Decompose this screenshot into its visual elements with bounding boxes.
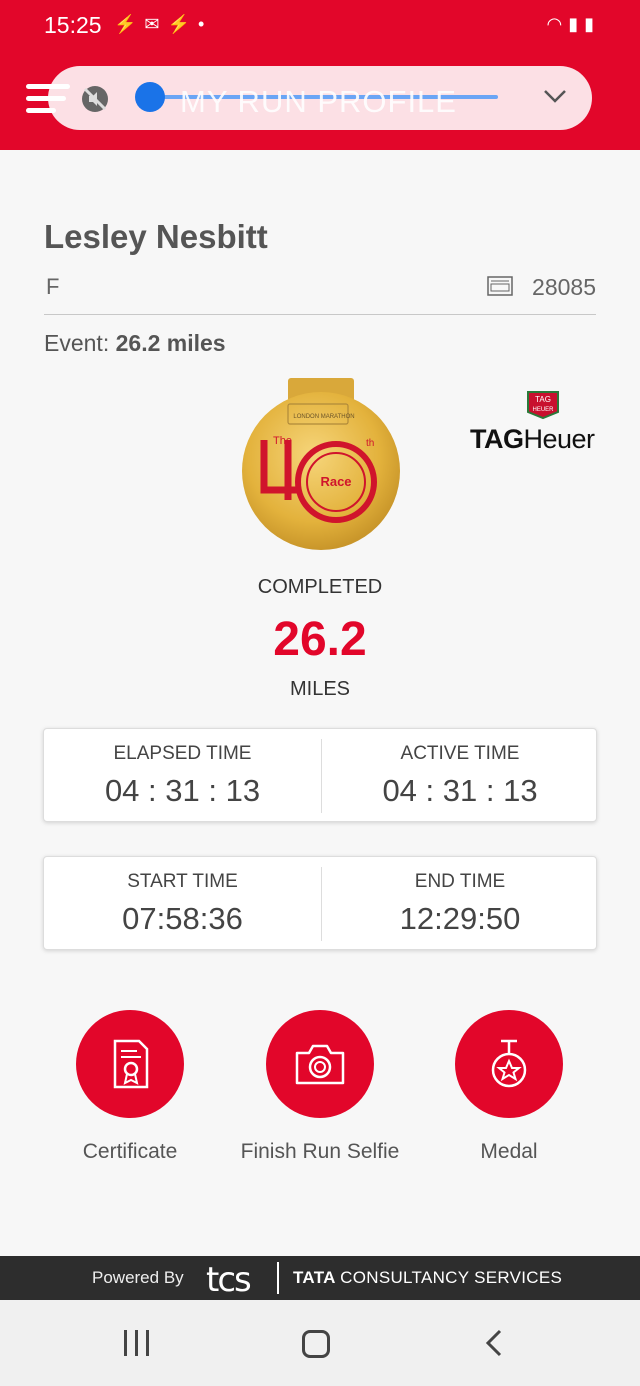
- runner-gender: F: [46, 274, 60, 299]
- certificate-label: Certificate: [82, 1140, 178, 1163]
- tag-badge-line1: TAG: [535, 395, 551, 404]
- finish-run-selfie-button[interactable]: Finish Run Selfie: [235, 1010, 405, 1164]
- tag-bold-text: TAG: [470, 424, 524, 454]
- end-time-label: END TIME: [414, 871, 506, 892]
- divider: [44, 314, 596, 315]
- medal-button-circle[interactable]: [455, 1010, 563, 1118]
- back-icon[interactable]: [484, 1328, 504, 1358]
- heuer-text: Heuer: [523, 424, 596, 454]
- system-navigation-bar: [0, 1300, 640, 1386]
- certificate-button-circle[interactable]: [76, 1010, 184, 1118]
- tag-heuer-badge-icon: TAG HEUER: [527, 391, 559, 420]
- finish-run-selfie-label: Finish Run Selfie: [240, 1140, 400, 1163]
- finisher-medal-image: LONDON MARATHON The th Race: [242, 378, 400, 550]
- tata-consultancy-text: TATA CONSULTANCY SERVICES: [293, 1268, 562, 1288]
- chevron-down-icon[interactable]: [542, 86, 568, 106]
- runner-name: Lesley Nesbitt: [44, 218, 268, 255]
- tcs-logo: tcs: [206, 1260, 252, 1300]
- distance-unit: MILES: [289, 678, 351, 700]
- tag-badge-line2: HEUER: [532, 407, 554, 413]
- activity-icon: ⚡: [114, 14, 145, 34]
- end-time-value: 12:29:50: [399, 901, 521, 936]
- active-time-label: ACTIVE TIME: [400, 743, 520, 764]
- bib-number: 28085: [532, 274, 596, 300]
- volume-slider-knob[interactable]: [135, 82, 165, 112]
- active-time-cell: ACTIVE TIME 04 : 31 : 13: [321, 739, 598, 813]
- system-icons: ◠▮▮: [546, 14, 600, 35]
- powered-by-footer: Powered By tcs TATA CONSULTANCY SERVICES: [0, 1256, 640, 1300]
- tag-heuer-logo: TAG HEUER TAGHeuer: [470, 390, 616, 455]
- mail-icon: ✉: [144, 14, 168, 34]
- powered-by-text: Powered By: [92, 1268, 184, 1287]
- dot-icon: •: [197, 14, 213, 34]
- signal-icon: ▮: [568, 14, 585, 34]
- home-icon[interactable]: [302, 1330, 330, 1358]
- elapsed-time-cell: ELAPSED TIME 04 : 31 : 13: [44, 729, 321, 823]
- status-bar: 15:25 ⚡✉⚡• ◠▮▮: [0, 0, 640, 52]
- active-time-value: 04 : 31 : 13: [382, 773, 538, 808]
- medal-race-text: Race: [320, 474, 351, 489]
- wifi-icon: ◠: [546, 14, 569, 34]
- recents-icon[interactable]: [124, 1330, 152, 1356]
- medal-event-text: LONDON MARATHON: [293, 414, 354, 420]
- notification-icons: ⚡✉⚡•: [114, 14, 212, 35]
- certificate-icon: [113, 1039, 149, 1089]
- event-value: 26.2 miles: [115, 330, 226, 356]
- time-card-start-end: START TIME 07:58:36 END TIME 12:29:50: [43, 856, 597, 950]
- tag-heuer-wordmark: TAGHeuer: [470, 424, 595, 455]
- consultancy-services-text: CONSULTANCY SERVICES: [340, 1268, 563, 1287]
- tata-text: TATA: [293, 1268, 336, 1287]
- start-time-value: 07:58:36: [122, 901, 243, 936]
- medal-icon: [491, 1039, 527, 1088]
- status-time: 15:25: [44, 12, 102, 38]
- camera-icon: [295, 1044, 345, 1085]
- elapsed-time-value: 04 : 31 : 13: [104, 773, 261, 808]
- start-time-cell: START TIME 07:58:36: [44, 857, 321, 951]
- mute-icon[interactable]: [80, 84, 110, 114]
- start-time-label: START TIME: [127, 871, 238, 892]
- distance-value: 26.2: [273, 613, 367, 666]
- activity-icon: ⚡: [167, 14, 198, 34]
- event-info: Event: 26.2 miles: [44, 330, 226, 357]
- certificate-button[interactable]: Certificate: [45, 1010, 215, 1164]
- bib-icon: [487, 276, 513, 296]
- end-time-cell: END TIME 12:29:50: [321, 867, 598, 941]
- medal-button[interactable]: Medal: [424, 1010, 594, 1164]
- elapsed-time-label: ELAPSED TIME: [113, 743, 252, 764]
- medal-th-text: th: [366, 438, 374, 449]
- completion-status: COMPLETED: [257, 576, 383, 598]
- time-card-elapsed-active: ELAPSED TIME 04 : 31 : 13 ACTIVE TIME 04…: [43, 728, 597, 822]
- hamburger-menu-icon[interactable]: [26, 84, 70, 118]
- event-label: Event:: [44, 330, 110, 356]
- page-title: MY RUN PROFILE: [180, 84, 457, 119]
- battery-icon: ▮: [584, 14, 600, 34]
- selfie-button-circle[interactable]: [266, 1010, 374, 1118]
- medal-label: Medal: [480, 1140, 538, 1163]
- footer-separator: [277, 1262, 279, 1294]
